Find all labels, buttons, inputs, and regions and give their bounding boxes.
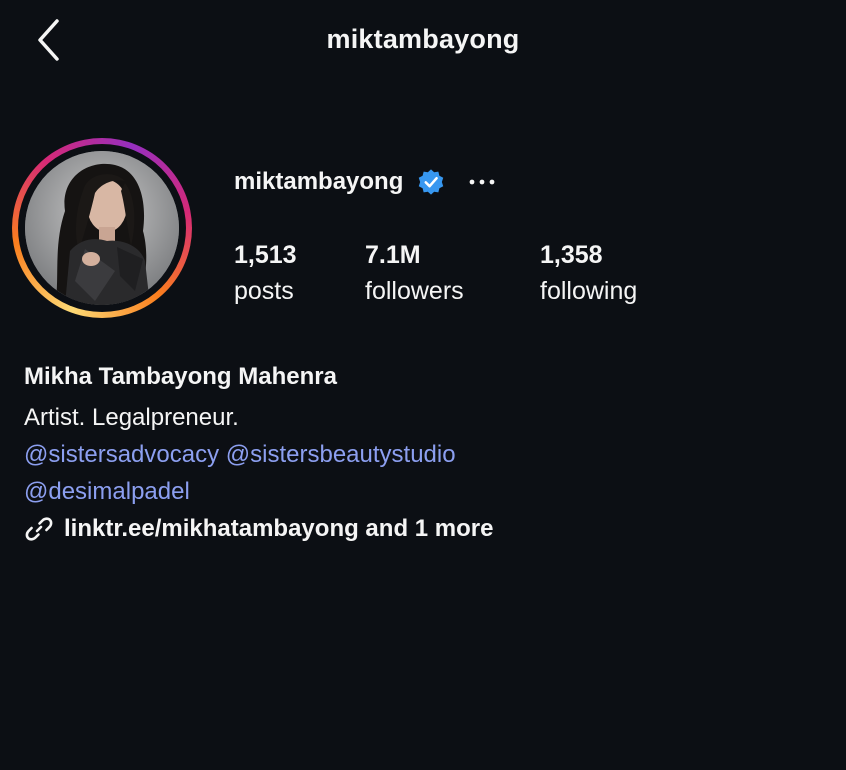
stat-following[interactable]: 1,358 following (540, 240, 637, 308)
profile-page: miktambayong miktambayong 1,513 posts 7.… (0, 0, 846, 770)
verified-badge-icon (419, 169, 444, 195)
posts-label: posts (234, 277, 294, 305)
more-options-icon[interactable] (467, 172, 497, 192)
following-label: following (540, 277, 638, 305)
top-bar: miktambayong (0, 0, 846, 84)
page-title: miktambayong (326, 24, 520, 54)
external-link[interactable]: linktr.ee/mikhatambayong and 1 more (24, 514, 824, 544)
stat-followers[interactable]: 7.1M followers (365, 240, 464, 308)
mention-link[interactable]: @desimalpadel (24, 478, 190, 505)
avatar-story-ring[interactable] (12, 138, 192, 318)
posts-count: 1,513 (234, 241, 297, 269)
mention-link[interactable]: @sistersadvocacy (24, 441, 219, 468)
mention-link[interactable]: @sistersbeautystudio (226, 441, 456, 468)
profile-bio: Mikha Tambayong Mahenra Artist. Legalpre… (24, 360, 824, 544)
bio-mentions-line: @sistersadvocacy @sistersbeautystudio (24, 436, 824, 473)
following-count: 1,358 (540, 241, 603, 269)
avatar-photo (25, 151, 179, 305)
link-icon (25, 517, 53, 541)
followers-count: 7.1M (365, 241, 421, 269)
bio-mentions-line: @desimalpadel (24, 473, 824, 510)
followers-label: followers (365, 277, 464, 305)
username-row: miktambayong (234, 165, 497, 199)
profile-username: miktambayong (234, 168, 404, 195)
bio-description: Artist. Legalpreneur. (24, 404, 239, 431)
full-name: Mikha Tambayong Mahenra (24, 363, 337, 390)
avatar (25, 151, 179, 305)
link-text: linktr.ee/mikhatambayong and 1 more (64, 515, 494, 542)
stat-posts[interactable]: 1,513 posts (234, 240, 297, 308)
